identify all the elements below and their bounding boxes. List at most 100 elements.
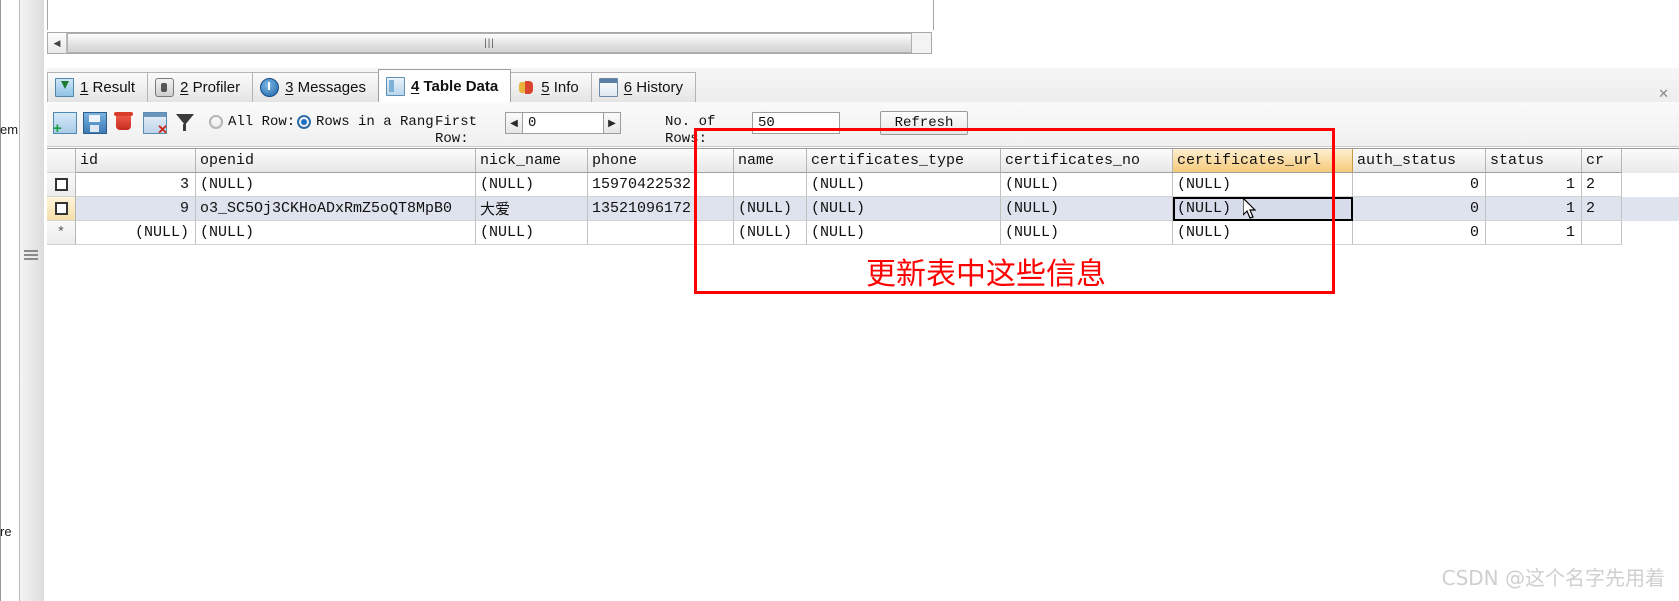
cell-openid[interactable]: o3_SC5Oj3CKHoADxRmZ5oQT8MpB0 xyxy=(196,197,476,221)
tab-messages[interactable]: 3 Messages xyxy=(252,72,379,102)
row-checkbox[interactable] xyxy=(54,202,68,215)
cell-openid[interactable]: (NULL) xyxy=(196,173,476,197)
cell-cr[interactable]: 2 xyxy=(1582,197,1622,221)
grid-toolbar: All Row: Rows in a Rang First Row: ◀ 0 ▶… xyxy=(47,102,1679,147)
cell-phone[interactable] xyxy=(588,221,734,245)
first-row-label-line1: First xyxy=(435,114,478,130)
col-header-certificates-no[interactable]: certificates_no xyxy=(1001,149,1173,173)
cell-name[interactable]: (NULL) xyxy=(734,197,807,221)
history-icon xyxy=(598,78,618,97)
tab-table-data[interactable]: 4 Table Data xyxy=(377,69,512,102)
scroll-left-arrow-icon[interactable]: ◀ xyxy=(48,33,67,53)
cell-auth-status[interactable]: 0 xyxy=(1353,173,1486,197)
row-selector-cell[interactable] xyxy=(47,197,76,221)
cancel-edit-icon[interactable] xyxy=(143,112,168,138)
new-row-marker-cell[interactable]: * xyxy=(47,221,76,245)
tab-result[interactable]: 1 Result xyxy=(47,72,149,102)
tab-history[interactable]: 6 History xyxy=(590,72,696,102)
grid-header-selector-cell xyxy=(47,149,76,173)
cell-cr[interactable]: 2 xyxy=(1582,173,1622,197)
refresh-button[interactable]: Refresh xyxy=(880,111,968,135)
upper-editor-surface[interactable] xyxy=(47,0,934,30)
new-row-star-icon: * xyxy=(56,224,66,241)
col-header-name[interactable]: name xyxy=(734,149,807,173)
tab-info-label: 5 Info xyxy=(541,79,579,96)
csdn-watermark: CSDN @这个名字先用着 xyxy=(1441,566,1665,590)
no-of-rows-label-line1: No. of xyxy=(665,114,716,130)
filter-icon[interactable] xyxy=(175,112,197,132)
row-checkbox[interactable] xyxy=(54,178,68,191)
cell-certificates-type[interactable]: (NULL) xyxy=(807,221,1001,245)
cell-phone[interactable]: 13521096172 xyxy=(588,197,734,221)
tab-info[interactable]: 5 Info xyxy=(510,72,592,102)
cell-certificates-url[interactable]: (NULL) xyxy=(1173,173,1353,197)
screenshot-root: em re ◀ ||| 1 Result 2 Profiler 3 Messag… xyxy=(0,0,1679,601)
col-header-phone[interactable]: phone xyxy=(588,149,734,173)
first-row-next-button[interactable]: ▶ xyxy=(603,112,621,134)
radio-rows-in-range-indicator[interactable] xyxy=(297,115,311,129)
scrollbar-track[interactable]: ||| xyxy=(67,33,931,53)
radio-rows-in-range[interactable]: Rows in a Rang xyxy=(297,114,434,130)
cell-status[interactable]: 1 xyxy=(1486,197,1582,221)
cell-nick-name[interactable]: (NULL) xyxy=(476,173,588,197)
table-row[interactable]: 3 (NULL) (NULL) 15970422532 (NULL) (NULL… xyxy=(47,173,1679,197)
cell-certificates-no[interactable]: (NULL) xyxy=(1001,173,1173,197)
col-header-openid[interactable]: openid xyxy=(196,149,476,173)
col-header-certificates-url[interactable]: certificates_url xyxy=(1173,149,1353,173)
cell-certificates-no[interactable]: (NULL) xyxy=(1001,197,1173,221)
radio-all-rows[interactable]: All Row: xyxy=(209,114,295,130)
result-grid-icon xyxy=(55,78,74,97)
cell-name[interactable]: (NULL) xyxy=(734,221,807,245)
tabstrip-close-icon[interactable]: ✕ xyxy=(1658,86,1679,102)
col-header-id[interactable]: id xyxy=(76,149,196,173)
table-row[interactable]: 9 o3_SC5Oj3CKHoADxRmZ5oQT8MpB0 大爱 135210… xyxy=(47,197,1679,221)
table-row-new[interactable]: * (NULL) (NULL) (NULL) (NULL) (NULL) (NU… xyxy=(47,221,1679,245)
add-record-icon[interactable] xyxy=(53,112,77,137)
radio-all-rows-indicator[interactable] xyxy=(209,115,223,129)
splitter-grip-icon[interactable] xyxy=(24,250,38,262)
cell-certificates-url-selected[interactable]: (NULL) xyxy=(1173,197,1353,221)
save-icon[interactable] xyxy=(83,112,107,134)
cell-nick-name[interactable]: 大爱 xyxy=(476,197,588,221)
tab-history-label: 6 History xyxy=(623,79,683,96)
row-selector-cell[interactable] xyxy=(47,173,76,197)
cell-id[interactable]: (NULL) xyxy=(76,221,196,245)
cell-certificates-type[interactable]: (NULL) xyxy=(807,173,1001,197)
cell-cr[interactable] xyxy=(1582,221,1622,245)
col-header-nick-name[interactable]: nick_name xyxy=(476,149,588,173)
cell-auth-status[interactable]: 0 xyxy=(1353,221,1486,245)
upper-editor-pane: ◀ ||| xyxy=(44,0,1679,63)
scrollbar-thumb[interactable]: ||| xyxy=(67,33,912,53)
col-header-auth-status[interactable]: auth_status xyxy=(1353,149,1486,173)
cell-certificates-url[interactable]: (NULL) xyxy=(1173,221,1353,245)
info-icon xyxy=(518,79,535,96)
cell-status[interactable]: 1 xyxy=(1486,173,1582,197)
col-header-cr[interactable]: cr xyxy=(1582,149,1622,173)
no-of-rows-label-line2: Rows: xyxy=(665,131,708,147)
table-data-icon xyxy=(385,76,405,96)
tab-profiler[interactable]: 2 Profiler xyxy=(147,72,254,102)
scrollbar-thumb-grip-icon: ||| xyxy=(484,37,495,49)
delete-record-icon[interactable] xyxy=(113,112,135,132)
no-of-rows-input[interactable]: 50 xyxy=(752,112,840,134)
cell-certificates-type[interactable]: (NULL) xyxy=(807,197,1001,221)
cell-auth-status[interactable]: 0 xyxy=(1353,197,1486,221)
profiler-icon xyxy=(155,78,175,97)
cell-status[interactable]: 1 xyxy=(1486,221,1582,245)
cell-id[interactable]: 9 xyxy=(76,197,196,221)
col-header-status[interactable]: status xyxy=(1486,149,1582,173)
first-row-prev-button[interactable]: ◀ xyxy=(505,112,523,134)
messages-icon xyxy=(260,78,280,97)
first-row-label-line2: Row: xyxy=(435,131,469,147)
first-row-input[interactable]: 0 xyxy=(523,112,603,134)
first-row-stepper[interactable]: ◀ 0 ▶ xyxy=(505,112,621,134)
col-header-certificates-type[interactable]: certificates_type xyxy=(807,149,1001,173)
horizontal-scrollbar[interactable]: ◀ ||| xyxy=(47,32,932,54)
cell-openid[interactable]: (NULL) xyxy=(196,221,476,245)
cell-phone[interactable]: 15970422532 xyxy=(588,173,734,197)
cell-name[interactable] xyxy=(734,173,807,197)
cell-id[interactable]: 3 xyxy=(76,173,196,197)
left-splitter-panel[interactable] xyxy=(19,0,45,601)
cell-certificates-no[interactable]: (NULL) xyxy=(1001,221,1173,245)
cell-nick-name[interactable]: (NULL) xyxy=(476,221,588,245)
